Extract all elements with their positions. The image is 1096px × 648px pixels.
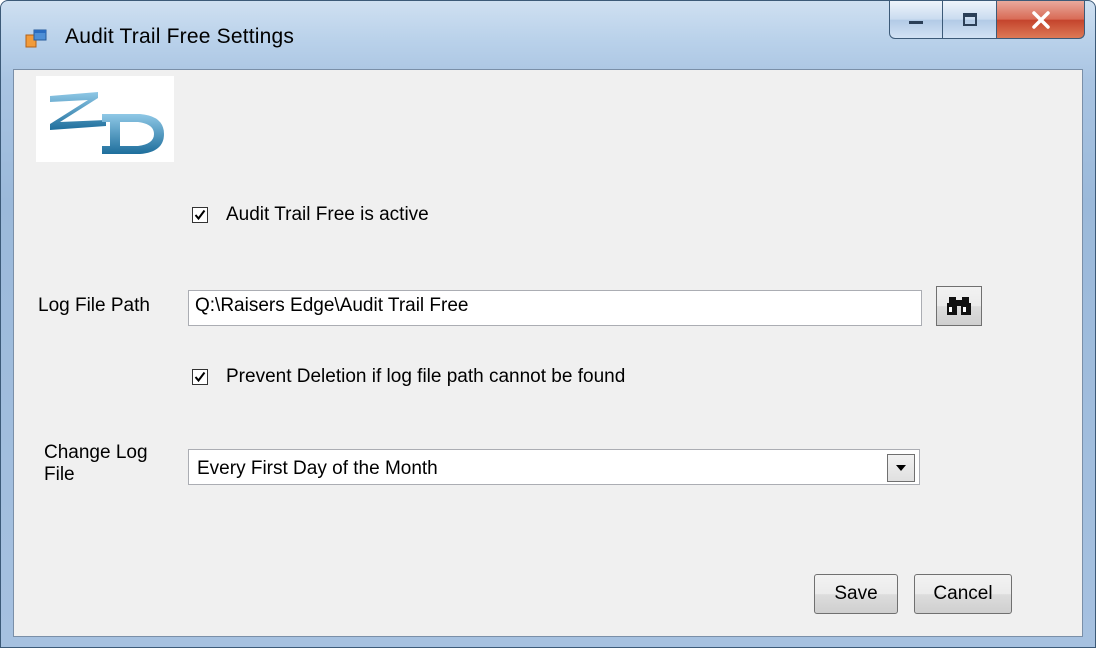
cancel-button[interactable]: Cancel xyxy=(914,574,1012,614)
checkmark-icon xyxy=(194,209,206,221)
close-icon xyxy=(1031,10,1050,29)
zd-logo-graphic xyxy=(50,92,164,154)
prevent-deletion-label: Prevent Deletion if log file path cannot… xyxy=(226,366,626,387)
settings-window: Audit Trail Free Settings Audit Trail Fr… xyxy=(0,0,1096,648)
browse-button[interactable] xyxy=(936,286,982,326)
window-title: Audit Trail Free Settings xyxy=(65,25,295,48)
zd-logo xyxy=(36,76,174,162)
change-log-label-line1: Change Log xyxy=(44,442,148,463)
active-checkbox-row[interactable]: Audit Trail Free is active xyxy=(192,204,429,226)
checkmark-icon xyxy=(194,371,206,383)
form-icon xyxy=(25,29,47,48)
change-log-label-line2: File xyxy=(44,464,75,485)
log-file-path-label: Log File Path xyxy=(38,295,150,316)
maximize-button[interactable] xyxy=(943,1,997,39)
log-file-path-value: Q:\Raisers Edge\Audit Trail Free xyxy=(195,295,469,316)
change-log-file-value: Every First Day of the Month xyxy=(197,458,438,479)
active-checkbox[interactable] xyxy=(192,207,208,223)
caption-buttons xyxy=(889,1,1085,43)
minimize-icon xyxy=(909,20,923,24)
change-log-file-dropdown[interactable]: Every First Day of the Month xyxy=(188,449,920,485)
minimize-button[interactable] xyxy=(889,1,943,39)
maximize-icon xyxy=(962,12,977,26)
dialog-body: Audit Trail Free is active Log File Path… xyxy=(13,69,1083,637)
save-button[interactable]: Save xyxy=(814,574,898,614)
log-file-path-input[interactable]: Q:\Raisers Edge\Audit Trail Free xyxy=(188,290,922,326)
close-button[interactable] xyxy=(997,1,1085,39)
binoculars-icon xyxy=(947,297,971,315)
change-log-file-label: Change Log File xyxy=(44,442,148,486)
prevent-deletion-checkbox[interactable] xyxy=(192,369,208,385)
active-checkbox-label: Audit Trail Free is active xyxy=(226,204,429,225)
prevent-deletion-checkbox-row[interactable]: Prevent Deletion if log file path cannot… xyxy=(192,366,625,388)
chevron-down-icon xyxy=(896,465,906,471)
title-bar[interactable]: Audit Trail Free Settings xyxy=(1,1,1095,69)
dropdown-arrow-button[interactable] xyxy=(887,454,915,482)
